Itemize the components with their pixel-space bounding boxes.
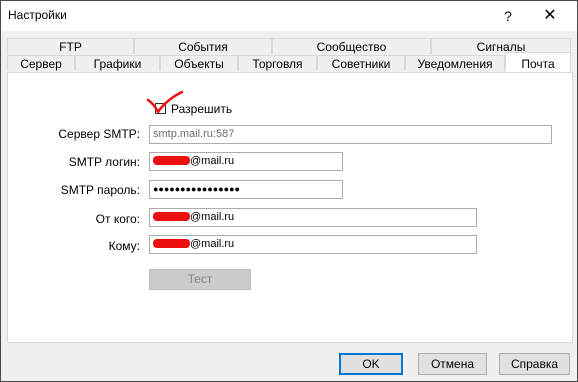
from-label: От кого: [95, 212, 140, 226]
tab-charts[interactable]: Графики [75, 55, 160, 71]
smtp-login-label: SMTP логин: [68, 155, 140, 169]
from-value: @mail.ru [190, 211, 235, 223]
tab-events[interactable]: События [134, 38, 272, 54]
tab-objects[interactable]: Объекты [160, 55, 238, 71]
window-title: Настройки [8, 8, 67, 22]
smtp-server-label: Сервер SMTP: [58, 127, 140, 141]
title-bar[interactable]: Настройки ? ✕ [1, 1, 577, 31]
ok-button[interactable]: OK [339, 353, 403, 375]
help-button[interactable]: Справка [499, 353, 570, 375]
smtp-password-label: SMTP пароль: [60, 183, 140, 197]
tab-experts[interactable]: Советники [317, 55, 405, 71]
smtp-login-input[interactable]: @mail.ru [149, 152, 343, 171]
tab-row-back: FTP События Сообщество Сигналы [7, 38, 573, 55]
redaction-mark [153, 211, 190, 221]
smtp-password-input[interactable]: ●●●●●●●●●●●●●●●● [149, 180, 343, 199]
redaction-mark [153, 155, 190, 165]
settings-dialog: Настройки ? ✕ FTP События Сообщество Сиг… [0, 0, 578, 382]
to-value: @mail.ru [190, 238, 235, 250]
tab-notifications[interactable]: Уведомления [405, 55, 505, 71]
close-icon[interactable]: ✕ [539, 5, 561, 27]
to-input[interactable]: @mail.ru [149, 235, 477, 254]
redaction-mark [153, 238, 190, 248]
mail-settings-panel: Разрешить Сервер SMTP: smtp.mail.ru:587 … [7, 72, 573, 343]
test-button[interactable]: Тест [149, 269, 251, 290]
tab-row-front: Сервер Графики Объекты Торговля Советник… [7, 52, 573, 72]
tab-community[interactable]: Сообщество [272, 38, 431, 54]
tab-server[interactable]: Сервер [7, 55, 75, 71]
help-icon[interactable]: ? [497, 5, 519, 27]
tab-trade[interactable]: Торговля [238, 55, 317, 71]
tab-ftp[interactable]: FTP [7, 38, 134, 54]
smtp-server-input[interactable]: smtp.mail.ru:587 [149, 125, 552, 144]
smtp-login-value: @mail.ru [190, 155, 235, 167]
from-input[interactable]: @mail.ru [149, 208, 477, 227]
cancel-button[interactable]: Отмена [418, 353, 487, 375]
enable-label: Разрешить [171, 102, 233, 116]
to-label: Кому: [108, 239, 140, 253]
tab-mail[interactable]: Почта [505, 52, 571, 72]
